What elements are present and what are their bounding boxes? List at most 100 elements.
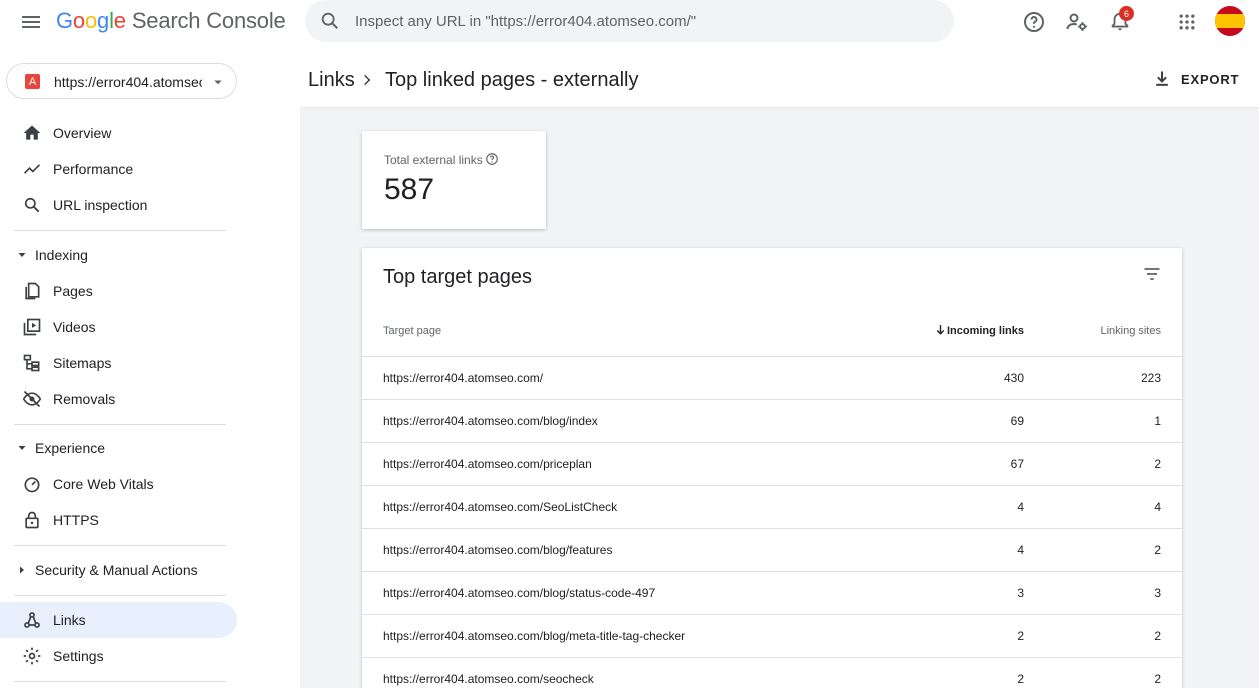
table-row[interactable]: https://error404.atomseo.com/blog/status… <box>362 571 1182 614</box>
column-header-linking-sites[interactable]: Linking sites <box>1100 325 1161 337</box>
logo-letter: o <box>84 8 98 33</box>
target-page-url: https://error404.atomseo.com/blog/featur… <box>383 543 613 557</box>
avatar[interactable] <box>1215 6 1245 36</box>
logo-letter: o <box>72 8 85 33</box>
linking-sites-value: 4 <box>1154 500 1161 514</box>
sidebar-item-label: Videos <box>53 319 96 335</box>
target-page-url: https://error404.atomseo.com/blog/status… <box>383 586 656 600</box>
target-page-url: https://error404.atomseo.com/priceplan <box>383 457 592 471</box>
incoming-links-value: 4 <box>1017 500 1024 514</box>
sidebar-item-label: Sitemaps <box>53 355 112 371</box>
sidebar-item-sitemaps[interactable]: Sitemaps <box>0 345 237 381</box>
apps-button[interactable] <box>1173 8 1201 36</box>
sidebar-divider <box>14 424 226 425</box>
chevron-right-icon <box>360 73 374 92</box>
property-favicon: A <box>25 74 40 89</box>
table-row[interactable]: https://error404.atomseo.com/priceplan 6… <box>362 442 1182 485</box>
logo-letter: g <box>97 8 110 33</box>
home-icon <box>22 123 42 143</box>
filter-icon[interactable] <box>1142 264 1162 289</box>
product-name: Search Console <box>131 8 286 33</box>
property-url: https://error404.atomseo.com/ <box>54 74 202 90</box>
sidebar-item-overview[interactable]: Overview <box>0 115 237 151</box>
breadcrumb-links[interactable]: Links <box>308 69 355 92</box>
sidebar-divider <box>14 681 226 682</box>
users-settings-button[interactable] <box>1063 8 1091 36</box>
logo-letter: G <box>56 8 73 33</box>
incoming-links-value: 2 <box>1017 629 1024 643</box>
search-icon <box>22 195 42 215</box>
sidebar-item-links[interactable]: Links <box>0 602 237 638</box>
sidebar-item-videos[interactable]: Videos <box>0 309 237 345</box>
sidebar-item-label: HTTPS <box>53 512 99 528</box>
incoming-links-value: 3 <box>1017 586 1024 600</box>
notification-badge: 6 <box>1119 6 1134 21</box>
eye-off-icon <box>22 389 42 409</box>
download-icon <box>1156 71 1168 86</box>
incoming-links-value: 430 <box>1003 371 1024 385</box>
linking-sites-value: 2 <box>1154 457 1161 471</box>
sidebar-item-label: URL inspection <box>53 197 148 213</box>
links-icon <box>22 610 42 630</box>
column-header-target-page[interactable]: Target page <box>383 325 441 337</box>
search-icon <box>319 10 341 37</box>
menu-icon[interactable] <box>18 10 44 34</box>
incoming-links-value: 4 <box>1017 543 1024 557</box>
target-page-url: https://error404.atomseo.com/blog/index <box>383 414 598 428</box>
total-value: 587 <box>384 173 435 206</box>
section-label: Security & Manual Actions <box>35 562 198 578</box>
export-button[interactable]: EXPORT <box>1152 68 1239 90</box>
table-row[interactable]: https://error404.atomseo.com/blog/index … <box>362 399 1182 442</box>
table-row[interactable]: https://error404.atomseo.com/ 430 223 <box>362 356 1182 399</box>
table-row[interactable]: https://error404.atomseo.com/seocheck 2 … <box>362 657 1182 688</box>
sidebar-item-performance[interactable]: Performance <box>0 151 237 187</box>
lock-icon <box>22 510 42 530</box>
avatar-flag-band <box>1215 14 1245 28</box>
linking-sites-value: 2 <box>1154 629 1161 643</box>
property-selector[interactable]: A https://error404.atomseo.com/ <box>6 63 237 99</box>
apps-grid-icon <box>1179 14 1195 30</box>
table-title: Top target pages <box>383 266 532 288</box>
help-icon[interactable] <box>485 152 499 171</box>
sidebar-section-security[interactable]: Security & Manual Actions <box>0 555 237 585</box>
caret-down-icon <box>16 441 28 459</box>
table-row[interactable]: https://error404.atomseo.com/blog/featur… <box>362 528 1182 571</box>
total-external-links-card: Total external links 587 <box>362 131 546 229</box>
incoming-links-value: 69 <box>1010 414 1024 428</box>
linking-sites-value: 1 <box>1154 414 1161 428</box>
sidebar-item-url-inspection[interactable]: URL inspection <box>0 187 237 223</box>
table-row[interactable]: https://error404.atomseo.com/blog/meta-t… <box>362 614 1182 657</box>
sidebar-divider <box>14 545 226 546</box>
caret-right-icon <box>16 563 28 581</box>
speed-icon <box>22 474 42 494</box>
sidebar-item-pages[interactable]: Pages <box>0 273 237 309</box>
sidebar-item-label: Links <box>53 612 86 628</box>
sidebar-item-settings[interactable]: Settings <box>0 638 237 674</box>
section-label: Experience <box>35 440 106 456</box>
help-button[interactable] <box>1020 8 1048 36</box>
video-icon <box>22 317 42 337</box>
target-page-url: https://error404.atomseo.com/seocheck <box>383 672 594 686</box>
sidebar-item-label: Pages <box>53 283 93 299</box>
column-header-incoming-links[interactable]: Incoming links <box>947 325 1024 337</box>
help-icon <box>1024 12 1044 32</box>
sidebar-item-https[interactable]: HTTPS <box>0 502 237 538</box>
sidebar-item-label: Overview <box>53 125 112 141</box>
search-input[interactable] <box>355 0 935 42</box>
sidebar-section-experience[interactable]: Experience <box>0 433 237 463</box>
gear-icon <box>22 646 42 666</box>
chevron-down-icon <box>209 73 227 96</box>
url-inspect-search[interactable] <box>305 0 954 42</box>
table-row[interactable]: https://error404.atomseo.com/SeoListChec… <box>362 485 1182 528</box>
linking-sites-value: 3 <box>1154 586 1161 600</box>
sidebar-item-core-web-vitals[interactable]: Core Web Vitals <box>0 466 237 502</box>
page-topbar: Links Top linked pages - externally EXPO… <box>300 44 1259 108</box>
sidebar: A https://error404.atomseo.com/ Overview… <box>0 44 300 688</box>
incoming-links-value: 67 <box>1010 457 1024 471</box>
target-page-url: https://error404.atomseo.com/blog/meta-t… <box>383 629 686 643</box>
export-label: EXPORT <box>1181 71 1240 87</box>
sidebar-section-indexing[interactable]: Indexing <box>0 240 237 270</box>
pages-icon <box>22 281 42 301</box>
app-logo[interactable]: Google Search Console <box>56 8 286 34</box>
sidebar-item-removals[interactable]: Removals <box>0 381 237 417</box>
